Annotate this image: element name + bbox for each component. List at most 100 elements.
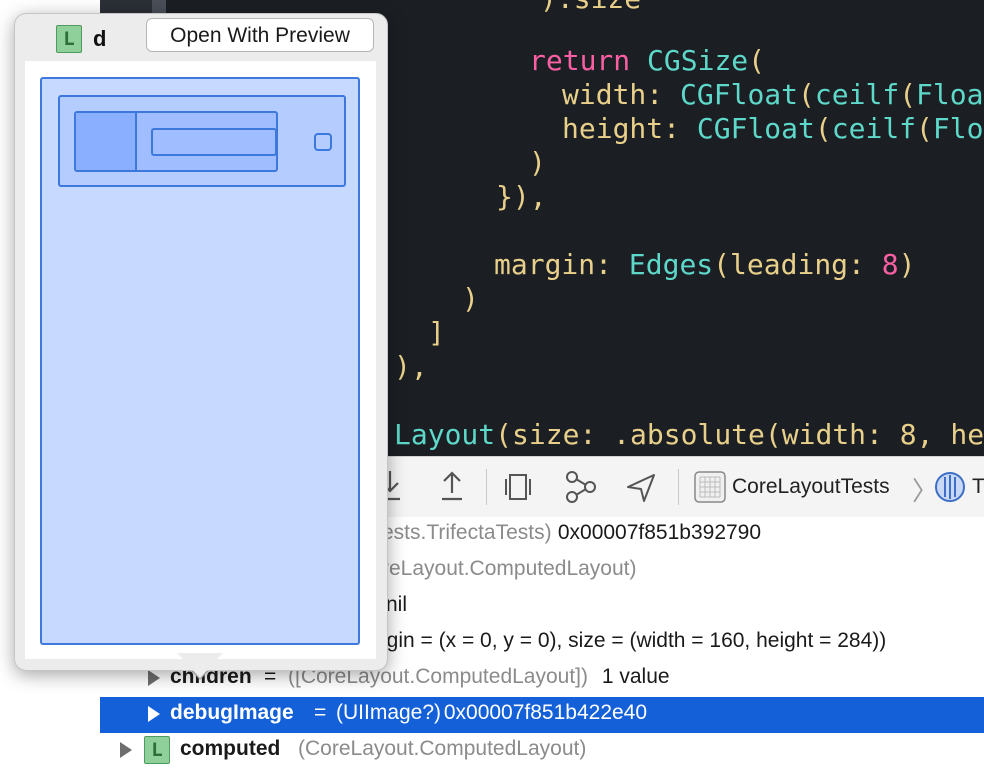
disclosure-triangle-icon[interactable] xyxy=(120,742,132,758)
step-out-button[interactable] xyxy=(430,465,474,509)
variable-value: 1 value xyxy=(596,665,670,688)
code-token: ( xyxy=(713,248,731,281)
variable-type: (CoreLayout.ComputedLayout) xyxy=(298,737,587,760)
code-token: Float xyxy=(932,112,984,145)
breadcrumb-test-icon xyxy=(928,465,972,509)
code-token: ( xyxy=(495,418,513,451)
breadcrumb-project[interactable]: CoreLayoutTests xyxy=(732,475,890,499)
code-token: absolute xyxy=(630,418,765,451)
variable-value: igin = (x = 0, y = 0), size = (width = 1… xyxy=(382,629,887,652)
debug-image-preview xyxy=(25,61,376,659)
variable-type: ests.TrifectaTests) xyxy=(382,521,552,544)
code-token: ( xyxy=(916,112,933,145)
code-token: CGFloat xyxy=(696,112,815,145)
code-token: ( xyxy=(764,418,782,451)
view-hierarchy-button[interactable] xyxy=(496,465,540,509)
code-token: CGSize xyxy=(647,44,749,77)
code-token: ceilf xyxy=(814,78,900,111)
code-token: : xyxy=(595,248,629,281)
code-line: ) xyxy=(462,282,479,315)
local-variable-icon: L xyxy=(144,736,170,764)
code-token: ceilf xyxy=(831,112,917,145)
code-token: width xyxy=(781,418,867,451)
code-line: ).size xyxy=(540,0,641,15)
code-token: size xyxy=(512,418,580,451)
preview-image-view xyxy=(76,113,137,170)
code-token: he xyxy=(950,418,984,451)
code-token: : xyxy=(848,248,882,281)
toolbar-separator xyxy=(678,469,679,505)
breadcrumb-project-icon xyxy=(688,465,732,509)
toolbar-separator xyxy=(486,469,487,505)
simulate-location-button[interactable] xyxy=(620,465,664,509)
code-token: ( xyxy=(814,112,832,145)
code-token: Layout xyxy=(394,418,496,451)
code-token: ), xyxy=(394,350,428,383)
variable-type: (UIImage?) xyxy=(336,701,442,724)
code-token: ( xyxy=(748,44,766,77)
code-token: : xyxy=(646,78,681,111)
variable-value: 0x00007f851b422e40 xyxy=(438,701,648,724)
preview-inner-view xyxy=(74,111,278,172)
popover-title: d xyxy=(93,26,107,51)
code-line: ) xyxy=(529,146,546,179)
code-token: return xyxy=(529,44,631,77)
preview-accessory-view xyxy=(314,133,332,151)
step-out-icon xyxy=(442,471,462,501)
code-line: ), xyxy=(394,350,428,383)
code-token: , xyxy=(916,418,951,451)
code-token: : xyxy=(866,418,900,451)
variable-equals: = xyxy=(314,701,327,724)
disclosure-triangle-icon[interactable] xyxy=(148,706,160,722)
code-token: margin xyxy=(494,248,596,281)
code-token: ] xyxy=(428,316,445,349)
variable-row-computed[interactable]: L computed (CoreLayout.ComputedLayout) xyxy=(100,733,984,769)
preview-label-view xyxy=(151,128,277,156)
code-token: Edges xyxy=(628,248,714,281)
quick-look-popover: L d Open With Preview xyxy=(14,13,388,671)
local-variable-icon: L xyxy=(56,25,82,53)
test-class-icon xyxy=(935,472,965,502)
code-line: margin: Edges(leading: 8) xyxy=(494,248,915,281)
breadcrumb-next[interactable]: Tr xyxy=(972,475,984,499)
code-token: ) xyxy=(529,146,546,179)
code-token: width xyxy=(562,78,647,111)
project-icon xyxy=(694,471,726,503)
code-line: width: CGFloat(ceilf(Float xyxy=(562,78,984,111)
code-token: : . xyxy=(579,418,631,451)
code-token: height xyxy=(562,112,664,145)
variable-row-debugimage[interactable]: debugImage = (UIImage?) 0x00007f851b422e… xyxy=(100,697,984,733)
code-token: 8 xyxy=(881,248,899,281)
code-line: }), xyxy=(496,180,547,213)
preview-root-view xyxy=(40,77,360,645)
memory-graph-icon xyxy=(566,471,596,503)
preview-row-view xyxy=(58,95,346,187)
code-token: }), xyxy=(496,180,547,213)
variable-name: debugImage xyxy=(170,701,294,724)
popover-arrow-fill xyxy=(177,653,223,678)
disclosure-triangle-icon[interactable] xyxy=(148,670,160,686)
variable-value: 0x00007f851b392790 xyxy=(552,521,762,544)
memory-graph-button[interactable] xyxy=(558,465,602,509)
location-icon xyxy=(627,474,655,502)
code-line: ] xyxy=(428,316,445,349)
code-line: Layout(size: .absolute(width: 8, he xyxy=(394,418,984,451)
variable-value: nil xyxy=(386,593,408,616)
open-with-preview-button[interactable]: Open With Preview xyxy=(146,18,374,52)
code-token: ).size xyxy=(540,0,641,15)
variable-type: reLayout.ComputedLayout) xyxy=(382,557,637,580)
code-token: ) xyxy=(462,282,479,315)
code-token: : xyxy=(663,112,697,145)
code-line: return CGSize( xyxy=(529,44,765,77)
code-token: ( xyxy=(798,78,815,111)
code-token: ) xyxy=(898,248,916,281)
code-token: 8 xyxy=(899,418,917,451)
code-token: leading xyxy=(730,248,849,281)
variable-name: computed xyxy=(180,737,281,760)
code-line: height: CGFloat(ceilf(Float xyxy=(562,112,984,145)
view-hierarchy-icon xyxy=(505,474,531,500)
code-token: ( xyxy=(899,78,917,111)
code-token: CGFloat xyxy=(680,78,799,111)
code-token: Float xyxy=(916,78,984,111)
